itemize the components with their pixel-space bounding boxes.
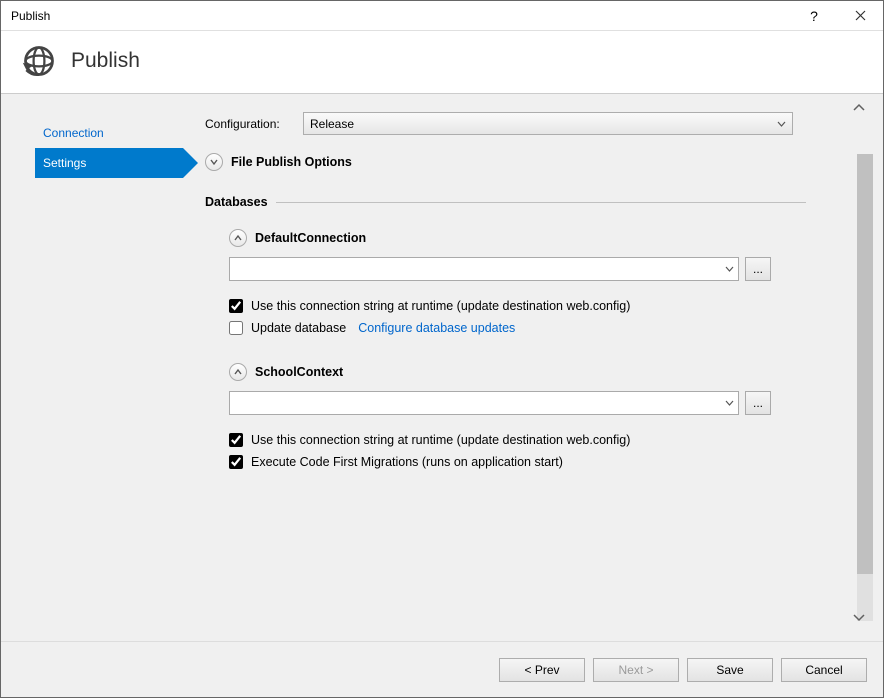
main: Connection Settings Configuration: Relea… [1, 94, 883, 641]
update-database-checkbox[interactable] [229, 321, 243, 335]
schoolcontext-migrations-row: Execute Code First Migrations (runs on a… [229, 455, 867, 469]
configuration-value: Release [310, 117, 354, 131]
nav-item-label: Connection [43, 126, 104, 140]
databases-header: Databases [205, 195, 867, 209]
sidebar: Connection Settings [1, 94, 195, 641]
titlebar: Publish ? [1, 1, 883, 31]
scrollbar-thumb[interactable] [857, 154, 873, 574]
chevron-down-icon [725, 398, 734, 408]
configuration-row: Configuration: Release [205, 112, 867, 135]
expander-toggle[interactable] [229, 229, 247, 247]
use-runtime-label: Use this connection string at runtime (u… [251, 433, 630, 447]
save-label: Save [716, 663, 743, 677]
nav-item-settings[interactable]: Settings [35, 148, 183, 178]
cancel-label: Cancel [805, 663, 842, 677]
configure-updates-link[interactable]: Configure database updates [358, 321, 515, 335]
file-publish-options-label: File Publish Options [231, 155, 352, 169]
close-icon [855, 10, 866, 21]
banner: Publish [1, 31, 883, 94]
chevron-down-icon [777, 119, 786, 129]
execute-migrations-label: Execute Code First Migrations (runs on a… [251, 455, 563, 469]
next-label: Next > [618, 663, 653, 677]
save-button[interactable]: Save [687, 658, 773, 682]
divider [276, 202, 806, 203]
schoolcontext-label: SchoolContext [255, 365, 343, 379]
browse-connstr-button[interactable]: ... [745, 257, 771, 281]
configuration-label: Configuration: [205, 117, 303, 131]
chevron-down-icon [209, 157, 219, 167]
cancel-button[interactable]: Cancel [781, 658, 867, 682]
schoolcontext-use-runtime-row: Use this connection string at runtime (u… [229, 433, 867, 447]
defaultconnection-label: DefaultConnection [255, 231, 366, 245]
content: Configuration: Release File Publish Opti… [195, 94, 883, 641]
prev-label: < Prev [524, 663, 559, 677]
expander-toggle[interactable] [229, 363, 247, 381]
file-publish-options-expander[interactable]: File Publish Options [205, 153, 867, 171]
defaultconnection-update-db-row: Update database Configure database updat… [229, 321, 867, 335]
close-button[interactable] [837, 1, 883, 31]
footer: < Prev Next > Save Cancel [1, 641, 883, 697]
schoolcontext-expander[interactable]: SchoolContext [229, 363, 867, 381]
databases-label: Databases [205, 195, 268, 209]
ellipsis-icon: ... [753, 262, 763, 276]
window-title: Publish [11, 9, 50, 23]
defaultconnection-expander[interactable]: DefaultConnection [229, 229, 867, 247]
use-runtime-label: Use this connection string at runtime (u… [251, 299, 630, 313]
schoolcontext-connstr-row: ... [229, 391, 867, 415]
scroll-down-chevron-icon[interactable] [853, 611, 865, 625]
db-group-defaultconnection: DefaultConnection ... Use this connectio… [229, 229, 867, 335]
chevron-up-icon [233, 367, 243, 377]
use-runtime-checkbox[interactable] [229, 433, 243, 447]
use-runtime-checkbox[interactable] [229, 299, 243, 313]
configuration-select[interactable]: Release [303, 112, 793, 135]
prev-button[interactable]: < Prev [499, 658, 585, 682]
update-database-label: Update database [251, 321, 346, 335]
nav-item-label: Settings [43, 156, 86, 170]
expander-toggle[interactable] [205, 153, 223, 171]
banner-title: Publish [71, 49, 140, 73]
defaultconnection-connstr-row: ... [229, 257, 867, 281]
db-group-schoolcontext: SchoolContext ... Use this connection st… [229, 363, 867, 469]
next-button[interactable]: Next > [593, 658, 679, 682]
publish-globe-icon [21, 43, 57, 79]
defaultconnection-connstr-input[interactable] [229, 257, 739, 281]
schoolcontext-connstr-input[interactable] [229, 391, 739, 415]
browse-connstr-button[interactable]: ... [745, 391, 771, 415]
help-icon: ? [810, 8, 818, 24]
help-button[interactable]: ? [791, 1, 837, 31]
nav-item-connection[interactable]: Connection [35, 118, 195, 148]
execute-migrations-checkbox[interactable] [229, 455, 243, 469]
chevron-down-icon [725, 264, 734, 274]
scroll-up-chevron-icon[interactable] [853, 102, 865, 116]
ellipsis-icon: ... [753, 396, 763, 410]
defaultconnection-use-runtime-row: Use this connection string at runtime (u… [229, 299, 867, 313]
chevron-up-icon [233, 233, 243, 243]
